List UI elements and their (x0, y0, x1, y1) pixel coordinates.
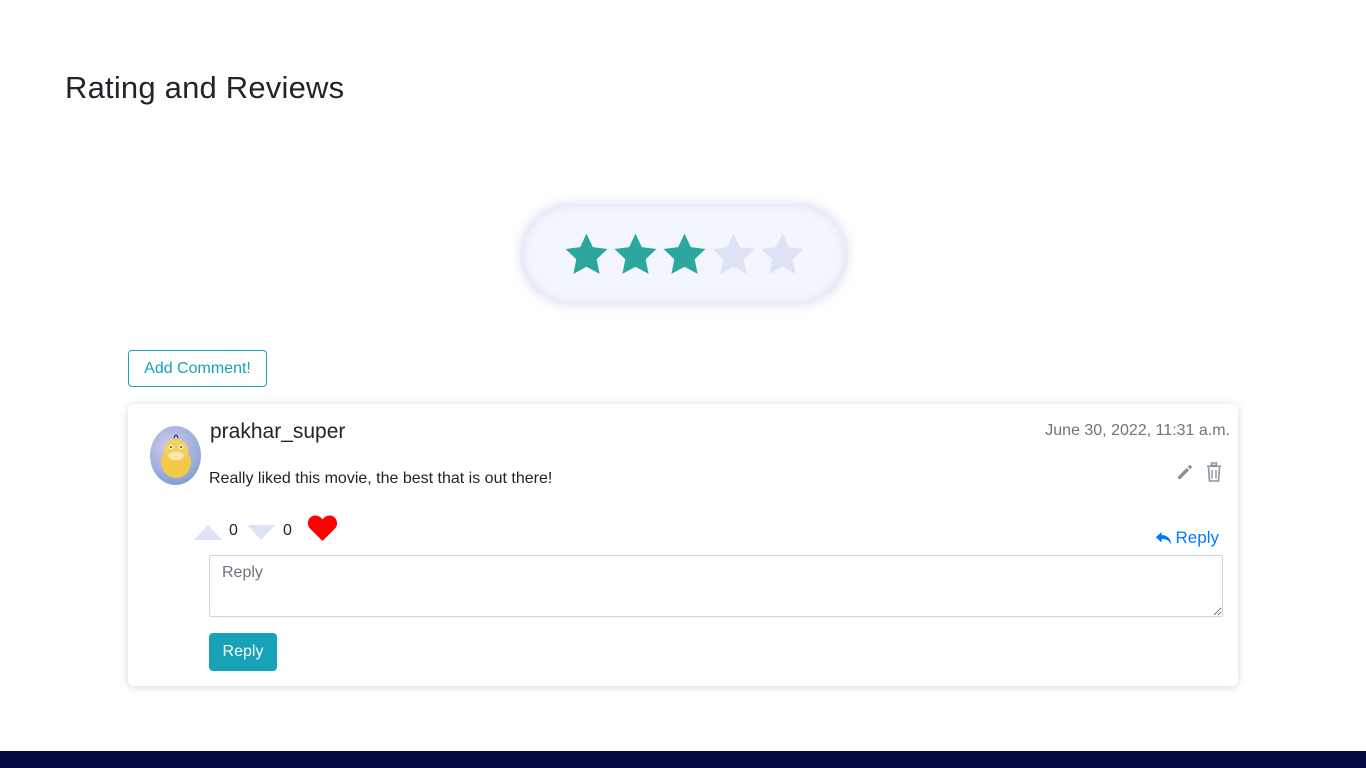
triangle-down-icon[interactable] (246, 524, 276, 541)
star-rating[interactable] (523, 206, 845, 302)
comment-text: Really liked this movie, the best that i… (209, 470, 553, 487)
reply-submit-button[interactable]: Reply (209, 633, 277, 671)
star-icon[interactable] (709, 230, 758, 279)
comment-card: prakhar_super June 30, 2022, 11:31 a.m. … (128, 404, 1238, 686)
pencil-icon[interactable] (1175, 462, 1195, 482)
star-icon[interactable] (562, 230, 611, 279)
comment-timestamp: June 30, 2022, 11:31 a.m. (1045, 422, 1230, 439)
triangle-up-icon[interactable] (193, 524, 223, 541)
star-icon[interactable] (660, 230, 709, 279)
add-comment-button[interactable]: Add Comment! (128, 350, 267, 387)
heart-icon[interactable] (307, 514, 338, 542)
psyduck-avatar-icon (161, 434, 191, 478)
trash-icon[interactable] (1205, 462, 1223, 482)
avatar (150, 426, 201, 485)
comment-username: prakhar_super (210, 420, 346, 443)
reply-input[interactable] (209, 555, 1223, 617)
star-icon[interactable] (611, 230, 660, 279)
star-icon[interactable] (758, 230, 807, 279)
footer (0, 751, 1366, 768)
reply-link-label[interactable]: Reply (1176, 528, 1219, 548)
downvote-count: 0 (283, 522, 292, 539)
reply-arrow-icon (1155, 531, 1171, 545)
upvote-count: 0 (229, 522, 238, 539)
reply-link[interactable]: Reply (1155, 528, 1219, 548)
page-title: Rating and Reviews (65, 70, 345, 105)
